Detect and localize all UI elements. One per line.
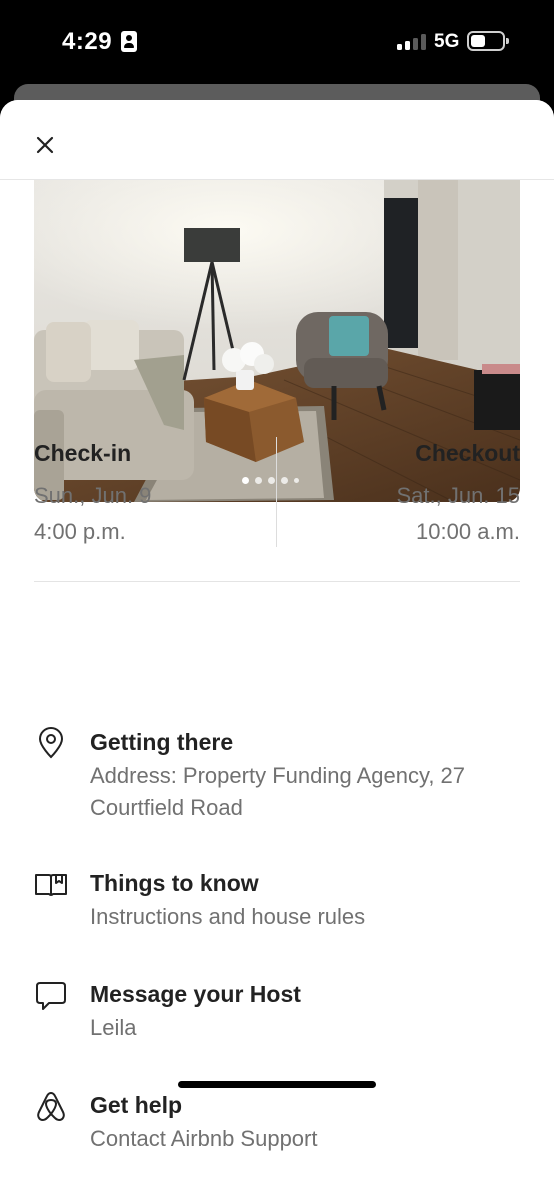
row-title: Things to know [90, 870, 259, 896]
row-subtitle: Leila [90, 1015, 137, 1040]
checkout-label: Checkout [415, 440, 520, 466]
checkin-block: Check-in Sun., Jun. 9 4:00 p.m. [34, 438, 274, 550]
row-title: Getting there [90, 729, 234, 755]
row-title: Get help [90, 1092, 183, 1118]
home-indicator[interactable] [178, 1081, 376, 1088]
battery-icon [467, 31, 509, 51]
reservation-sheet: Check-in Sun., Jun. 9 4:00 p.m. Checkout… [0, 100, 554, 1200]
location-pin-icon [34, 726, 68, 760]
row-subtitle: Contact Airbnb Support [90, 1126, 318, 1151]
checkin-date: Sun., Jun. 9 [34, 483, 152, 508]
message-icon [34, 978, 68, 1012]
signal-icon [397, 34, 429, 50]
section-divider [34, 581, 520, 582]
sheet-header [0, 100, 554, 180]
network-label: 5G [434, 31, 460, 52]
checkout-block: Checkout Sat., Jun. 15 10:00 a.m. [280, 438, 520, 550]
person-id-icon [121, 31, 137, 52]
airbnb-logo-icon [34, 1089, 68, 1123]
checkout-time: 10:00 a.m. [416, 519, 520, 544]
book-icon [34, 867, 68, 901]
status-bar: 4:29 5G [0, 0, 554, 84]
checkin-label: Check-in [34, 440, 132, 466]
row-subtitle: Address: Property Funding Agency, 27 Cou… [90, 763, 466, 820]
close-icon [36, 136, 54, 154]
checkout-date: Sat., Jun. 15 [396, 483, 520, 508]
close-button[interactable] [30, 130, 60, 160]
checkin-time: 4:00 p.m. [34, 519, 126, 544]
row-title: Message your Host [90, 981, 301, 1007]
vertical-divider [276, 437, 277, 547]
row-subtitle: Instructions and house rules [90, 904, 366, 929]
status-time: 4:29 [62, 28, 113, 55]
